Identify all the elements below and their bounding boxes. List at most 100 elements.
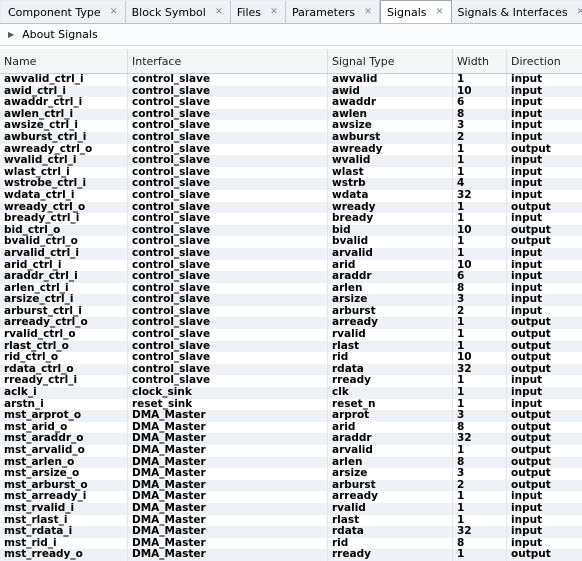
- cell-signal-type[interactable]: clk: [328, 387, 453, 399]
- table-row[interactable]: wstrobe_ctrl_icontrol_slavewstrb4input: [0, 178, 582, 190]
- cell-signal-type[interactable]: arlen: [328, 457, 453, 469]
- cell-interface[interactable]: control_slave: [128, 97, 328, 109]
- cell-interface[interactable]: control_slave: [128, 260, 328, 272]
- close-tab-icon[interactable]: ✕: [269, 7, 279, 17]
- cell-interface[interactable]: control_slave: [128, 190, 328, 202]
- cell-direction[interactable]: input: [507, 109, 582, 121]
- cell-direction[interactable]: output: [507, 549, 582, 561]
- cell-interface[interactable]: control_slave: [128, 317, 328, 329]
- cell-name[interactable]: arsize_ctrl_i: [0, 294, 128, 306]
- cell-width[interactable]: 1: [453, 329, 507, 341]
- table-row[interactable]: araddr_ctrl_icontrol_slavearaddr6input: [0, 271, 582, 283]
- table-row[interactable]: mst_arsize_oDMA_Masterarsize3output: [0, 468, 582, 480]
- cell-name[interactable]: mst_arlen_o: [0, 457, 128, 469]
- cell-direction[interactable]: input: [507, 283, 582, 295]
- cell-width[interactable]: 8: [453, 538, 507, 550]
- cell-width[interactable]: 1: [453, 445, 507, 457]
- cell-signal-type[interactable]: wdata: [328, 190, 453, 202]
- table-row[interactable]: wdata_ctrl_icontrol_slavewdata32input: [0, 190, 582, 202]
- close-tab-icon[interactable]: ✕: [435, 7, 445, 17]
- cell-interface[interactable]: DMA_Master: [128, 526, 328, 538]
- close-tab-icon[interactable]: ✕: [363, 7, 373, 17]
- cell-signal-type[interactable]: arburst: [328, 480, 453, 492]
- cell-signal-type[interactable]: wstrb: [328, 178, 453, 190]
- table-row[interactable]: wready_ctrl_ocontrol_slavewready1output: [0, 202, 582, 214]
- cell-name[interactable]: wlast_ctrl_i: [0, 167, 128, 179]
- cell-interface[interactable]: clock_sink: [128, 387, 328, 399]
- table-row[interactable]: mst_arready_iDMA_Masterarready1input: [0, 491, 582, 503]
- close-tab-icon[interactable]: ✕: [576, 7, 582, 17]
- table-row[interactable]: mst_arburst_oDMA_Masterarburst2output: [0, 480, 582, 492]
- table-row[interactable]: rready_ctrl_icontrol_slaverready1input: [0, 375, 582, 387]
- column-header-interface[interactable]: Interface: [128, 49, 328, 73]
- cell-direction[interactable]: output: [507, 422, 582, 434]
- cell-name[interactable]: arlen_ctrl_i: [0, 283, 128, 295]
- cell-direction[interactable]: input: [507, 526, 582, 538]
- table-row[interactable]: awaddr_ctrl_icontrol_slaveawaddr6input: [0, 97, 582, 109]
- cell-width[interactable]: 10: [453, 86, 507, 98]
- cell-name[interactable]: bready_ctrl_i: [0, 213, 128, 225]
- cell-direction[interactable]: output: [507, 364, 582, 376]
- cell-interface[interactable]: control_slave: [128, 144, 328, 156]
- cell-width[interactable]: 3: [453, 120, 507, 132]
- table-row[interactable]: arvalid_ctrl_icontrol_slavearvalid1input: [0, 248, 582, 260]
- cell-signal-type[interactable]: arprot: [328, 410, 453, 422]
- cell-interface[interactable]: control_slave: [128, 132, 328, 144]
- cell-width[interactable]: 1: [453, 317, 507, 329]
- cell-direction[interactable]: input: [507, 86, 582, 98]
- cell-signal-type[interactable]: arready: [328, 491, 453, 503]
- cell-width[interactable]: 1: [453, 399, 507, 411]
- cell-name[interactable]: awvalid_ctrl_i: [0, 74, 128, 86]
- cell-width[interactable]: 8: [453, 457, 507, 469]
- cell-signal-type[interactable]: rvalid: [328, 329, 453, 341]
- cell-direction[interactable]: input: [507, 306, 582, 318]
- cell-interface[interactable]: control_slave: [128, 375, 328, 387]
- cell-width[interactable]: 1: [453, 491, 507, 503]
- table-row[interactable]: awready_ctrl_ocontrol_slaveawready1outpu…: [0, 144, 582, 156]
- cell-interface[interactable]: control_slave: [128, 341, 328, 353]
- cell-name[interactable]: wdata_ctrl_i: [0, 190, 128, 202]
- cell-name[interactable]: awaddr_ctrl_i: [0, 97, 128, 109]
- table-row[interactable]: aclk_iclock_sinkclk1input: [0, 387, 582, 399]
- cell-name[interactable]: arburst_ctrl_i: [0, 306, 128, 318]
- cell-name[interactable]: awready_ctrl_o: [0, 144, 128, 156]
- cell-name[interactable]: mst_rdata_i: [0, 526, 128, 538]
- table-row[interactable]: awvalid_ctrl_icontrol_slaveawvalid1input: [0, 74, 582, 86]
- cell-interface[interactable]: DMA_Master: [128, 433, 328, 445]
- table-row[interactable]: rdata_ctrl_ocontrol_slaverdata32output: [0, 364, 582, 376]
- cell-interface[interactable]: control_slave: [128, 109, 328, 121]
- cell-direction[interactable]: output: [507, 144, 582, 156]
- cell-direction[interactable]: input: [507, 515, 582, 527]
- cell-signal-type[interactable]: awvalid: [328, 74, 453, 86]
- cell-direction[interactable]: output: [507, 410, 582, 422]
- cell-interface[interactable]: control_slave: [128, 271, 328, 283]
- table-row[interactable]: arlen_ctrl_icontrol_slavearlen8input: [0, 283, 582, 295]
- table-row[interactable]: rid_ctrl_ocontrol_slaverid10output: [0, 352, 582, 364]
- cell-width[interactable]: 1: [453, 375, 507, 387]
- cell-interface[interactable]: control_slave: [128, 178, 328, 190]
- cell-name[interactable]: mst_rready_o: [0, 549, 128, 561]
- cell-direction[interactable]: output: [507, 352, 582, 364]
- cell-direction[interactable]: input: [507, 294, 582, 306]
- cell-interface[interactable]: DMA_Master: [128, 538, 328, 550]
- cell-signal-type[interactable]: awlen: [328, 109, 453, 121]
- cell-signal-type[interactable]: bready: [328, 213, 453, 225]
- cell-direction[interactable]: input: [507, 190, 582, 202]
- cell-width[interactable]: 3: [453, 410, 507, 422]
- cell-interface[interactable]: DMA_Master: [128, 549, 328, 561]
- cell-direction[interactable]: output: [507, 225, 582, 237]
- cell-name[interactable]: rdata_ctrl_o: [0, 364, 128, 376]
- cell-signal-type[interactable]: arid: [328, 422, 453, 434]
- cell-interface[interactable]: DMA_Master: [128, 445, 328, 457]
- cell-signal-type[interactable]: rready: [328, 549, 453, 561]
- cell-direction[interactable]: output: [507, 329, 582, 341]
- cell-width[interactable]: 8: [453, 422, 507, 434]
- cell-width[interactable]: 1: [453, 167, 507, 179]
- cell-direction[interactable]: output: [507, 433, 582, 445]
- cell-signal-type[interactable]: awaddr: [328, 97, 453, 109]
- cell-direction[interactable]: input: [507, 97, 582, 109]
- cell-width[interactable]: 1: [453, 213, 507, 225]
- cell-direction[interactable]: output: [507, 341, 582, 353]
- cell-signal-type[interactable]: awsize: [328, 120, 453, 132]
- cell-name[interactable]: awburst_ctrl_i: [0, 132, 128, 144]
